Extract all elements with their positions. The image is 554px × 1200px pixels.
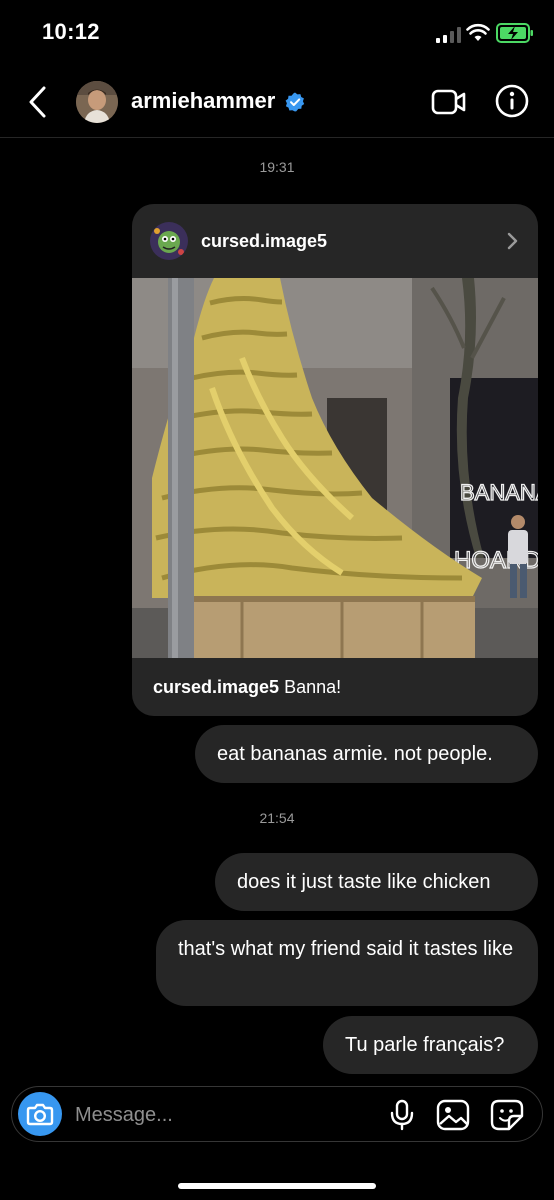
info-button[interactable]	[495, 84, 529, 118]
message-bubble[interactable]: Tu parle français?	[323, 1016, 538, 1074]
wifi-icon	[466, 23, 490, 41]
sticker-button[interactable]	[490, 1099, 524, 1131]
message-composer	[11, 1086, 543, 1142]
camera-icon	[26, 1103, 54, 1126]
shared-post-author[interactable]: cursed.image5	[201, 231, 327, 252]
status-bar: 10:12	[0, 0, 554, 70]
shared-post-caption-text: Banna!	[284, 677, 342, 697]
username[interactable]: armiehammer	[131, 88, 275, 114]
message-timestamp: 21:54	[259, 810, 295, 826]
image-gallery-button[interactable]	[436, 1099, 470, 1131]
microphone-button[interactable]	[388, 1099, 416, 1131]
cellular-signal-icon	[436, 27, 461, 43]
chevron-right-icon[interactable]	[506, 231, 520, 251]
battery-charging-icon	[496, 23, 533, 43]
video-call-button[interactable]	[431, 86, 467, 118]
message-timestamp: 19:31	[259, 159, 295, 175]
shared-post-author-avatar	[150, 222, 188, 260]
message-bubble[interactable]: that's what my friend said it tastes lik…	[156, 920, 538, 1006]
verified-badge-icon	[285, 92, 305, 112]
chat-header: armiehammer	[0, 70, 554, 138]
message-bubble[interactable]: eat bananas armie. not people.	[195, 725, 538, 783]
neon-sign-line-1: BANANA	[460, 480, 538, 505]
message-bubble[interactable]: does it just taste like chicken	[215, 853, 538, 911]
shared-post-image[interactable]: BANANA HOARD	[132, 278, 538, 658]
message-input[interactable]	[75, 1101, 365, 1129]
shared-post-caption: cursed.image5 Banna!	[153, 677, 341, 698]
shared-post-caption-author[interactable]: cursed.image5	[153, 677, 279, 697]
back-button[interactable]	[22, 84, 54, 120]
home-indicator[interactable]	[178, 1183, 376, 1189]
status-time: 10:12	[42, 19, 100, 44]
camera-button[interactable]	[18, 1092, 62, 1136]
shared-post-header[interactable]: cursed.image5	[132, 204, 538, 278]
avatar-photo	[76, 81, 118, 123]
shared-post-card[interactable]: cursed.image5 BANANA HOARD	[132, 204, 538, 716]
avatar[interactable]	[76, 81, 118, 123]
